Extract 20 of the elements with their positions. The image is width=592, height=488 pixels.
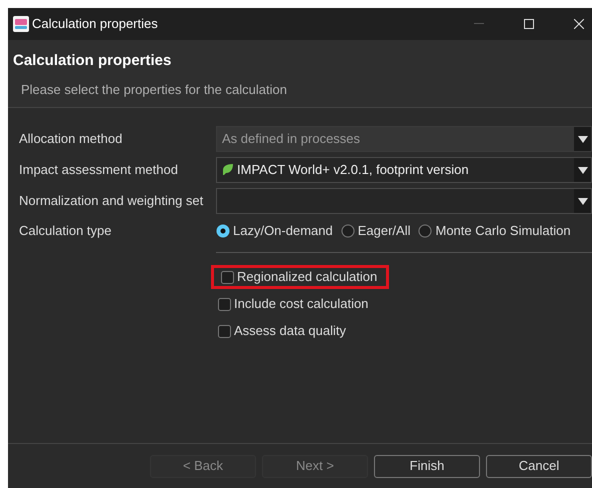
radio-option[interactable]: Lazy/On-demand [216,221,333,241]
window-title: Calculation properties [32,15,158,34]
dropdown-field[interactable] [216,188,592,214]
dialog-button[interactable]: Finish [374,454,480,478]
field-label: Calculation type [18,222,112,240]
checkbox-option[interactable]: Assess data quality [218,321,346,341]
radio-option[interactable]: Monte Carlo Simulation [418,221,571,241]
field-label: Allocation method [18,130,124,148]
dropdown-field[interactable]: IMPACT World+ v2.0.1, footprint version [216,157,592,183]
maximize-icon[interactable] [524,19,534,29]
close-icon[interactable] [574,19,584,29]
dialog-button[interactable]: Cancel [486,454,592,478]
page-description: Please select the properties for the calculation [21,81,287,99]
app-icon [12,15,30,33]
checkbox-option[interactable]: Include cost calculation [218,294,368,314]
field-label: Normalization and weighting set [18,192,204,210]
page-title: Calculation properties [13,51,172,71]
checkbox-option[interactable]: Regionalized calculation [221,267,378,287]
radio-option[interactable]: Eager/All [340,221,410,241]
field-label: Impact assessment method [18,161,179,180]
